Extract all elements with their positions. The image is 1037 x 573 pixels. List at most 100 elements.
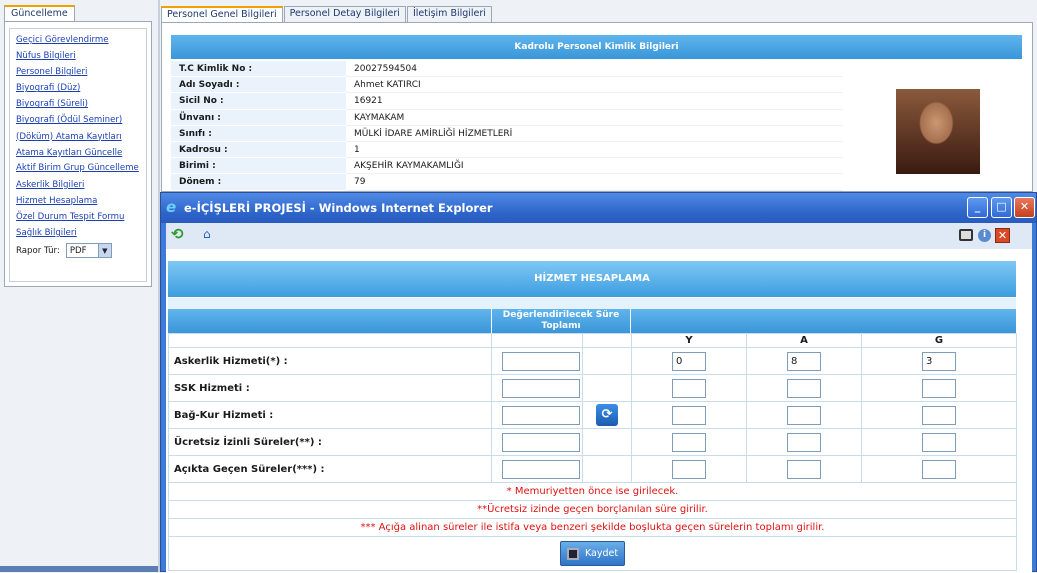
refresh-icon[interactable]: ⟲: [171, 225, 184, 243]
total-input[interactable]: [502, 405, 580, 425]
popup-window: e e-İÇİŞLERİ PROJESİ - Windows Internet …: [160, 192, 1037, 573]
a-input[interactable]: [787, 405, 821, 425]
bottom-strip: [0, 566, 158, 572]
table-row-ssk: SSK Hizmeti :: [168, 374, 1017, 402]
maximize-button[interactable]: □: [991, 197, 1012, 218]
sidebar-link-atama-kayitlari-guncelle[interactable]: Atama Kayıtları Güncelle: [16, 145, 146, 161]
rapor-tur-select[interactable]: PDF ▼: [65, 243, 112, 259]
rapor-tur-label: Rapor Tür:: [16, 245, 60, 256]
sidebar-panel: Geçici Görevlendirme Nüfus Bilgileri Per…: [4, 21, 152, 287]
total-input[interactable]: [502, 432, 580, 452]
sidebar-link-biyografi-sureli[interactable]: Biyografi (Süreli): [16, 96, 146, 112]
blank-header: [491, 333, 583, 348]
rapor-tur-value: PDF: [69, 245, 87, 256]
a-input[interactable]: [787, 378, 821, 398]
sidebar-link-gecici-gorevlendirme[interactable]: Geçici Görevlendirme: [16, 32, 146, 48]
info-row: Dönem :79: [171, 174, 1022, 191]
a-input[interactable]: 8: [787, 351, 821, 371]
y-input[interactable]: [672, 378, 706, 398]
main-tabs: Personel Genel Bilgileri Personel Detay …: [161, 6, 492, 23]
tab-personel-detay-bilgileri[interactable]: Personel Detay Bilgileri: [283, 6, 406, 22]
info-row: Kadrosu :1: [171, 141, 1022, 159]
sidebar-tab-guncelleme[interactable]: Güncelleme: [4, 5, 75, 22]
table-row-ucretsiz-izin: Ücretsiz İzinli Süreler(**) :: [168, 428, 1017, 456]
hizmet-hesaplama-title: HİZMET HESAPLAMA: [168, 261, 1016, 297]
info-label: Kadrosu :: [171, 141, 346, 159]
note-row: *** Açığa alinan süreler ile istifa veya…: [168, 518, 1017, 537]
empty-cell: [582, 455, 632, 483]
personnel-photo: [896, 89, 980, 174]
save-button[interactable]: Kaydet: [559, 541, 626, 566]
save-icon: [566, 547, 579, 560]
g-input[interactable]: 3: [922, 351, 956, 371]
y-input[interactable]: 0: [672, 351, 706, 371]
info-label: T.C Kimlik No :: [171, 61, 346, 78]
total-input[interactable]: [502, 378, 580, 398]
row-label: Ücretsiz İzinli Süreler(**) :: [168, 428, 492, 456]
dropdown-arrow-icon: ▼: [97, 244, 111, 258]
popup-content: HİZMET HESAPLAMA Değerlendirilecek Süre …: [166, 249, 1032, 573]
col-y-header: Y: [631, 333, 747, 348]
calculate-icon[interactable]: ⟳: [596, 404, 618, 426]
blank-header: [582, 333, 632, 348]
table-row-askerlik: Askerlik Hizmeti(*) : 0 8 3: [168, 347, 1017, 375]
g-input[interactable]: [922, 459, 956, 479]
g-input[interactable]: [922, 432, 956, 452]
sidebar-link-dokum-atama-kayitlari[interactable]: (Döküm) Atama Kayıtları: [16, 129, 146, 145]
tab-personel-genel-bilgileri[interactable]: Personel Genel Bilgileri: [161, 6, 283, 23]
table-row-acikta: Açıkta Geçen Süreler(***) :: [168, 455, 1017, 483]
personnel-info-table: T.C Kimlik No :20027594504 Adı Soyadı :A…: [171, 61, 1022, 191]
popup-toolbar: ⟲ ⌂ i ✕: [166, 223, 1032, 249]
print-icon[interactable]: [959, 229, 973, 241]
close-icon[interactable]: ✕: [995, 228, 1010, 243]
table-row-bagkur: Bağ-Kur Hizmeti : ⟳: [168, 401, 1017, 429]
row-label: Açıkta Geçen Süreler(***) :: [168, 455, 492, 483]
info-row: Adı Soyadı : Ahmet KATIRCI: [171, 77, 1022, 94]
info-value: 16921: [346, 93, 843, 110]
info-row: Sınıfı : MÜLKİ İDARE AMİRLİĞİ HİZMETLERİ: [171, 125, 1022, 142]
minimize-button[interactable]: _: [967, 197, 988, 218]
sidebar-link-aktif-birim-grup[interactable]: Aktif Birim Grup Güncelleme: [16, 163, 146, 174]
g-input[interactable]: [922, 378, 956, 398]
note-text: *** Açığa alinan süreler ile istifa veya…: [168, 518, 1017, 537]
window-titlebar[interactable]: e e-İÇİŞLERİ PROJESİ - Windows Internet …: [161, 193, 1036, 223]
sidebar-link-biyografi-odul-seminer[interactable]: Biyografi (Ödül Seminer): [16, 112, 146, 128]
info-value: MÜLKİ İDARE AMİRLİĞİ HİZMETLERİ: [346, 126, 843, 142]
info-label: Dönem :: [171, 174, 346, 191]
sidebar-link-saglik-bilgileri[interactable]: Sağlık Bilgileri: [16, 225, 146, 241]
sidebar-link-hizmet-hesaplama[interactable]: Hizmet Hesaplama: [16, 193, 146, 209]
blank-header: [168, 333, 492, 348]
total-input[interactable]: [502, 351, 580, 371]
info-label: Birimi :: [171, 158, 346, 175]
save-label: Kaydet: [584, 548, 619, 559]
info-label: Sınıfı :: [171, 125, 346, 142]
info-row: Birimi : AKŞEHİR KAYMAKAMLIĞI: [171, 158, 1022, 175]
section-header: Değerlendirilecek Süre Toplamı: [168, 309, 1016, 333]
sidebar-link-nufus-bilgileri[interactable]: Nüfus Bilgileri: [16, 48, 146, 64]
y-input[interactable]: [672, 432, 706, 452]
note-row: * Memuriyetten önce ise girilecek.: [168, 482, 1017, 501]
home-icon[interactable]: ⌂: [203, 227, 211, 241]
empty-cell: [582, 347, 632, 375]
note-text: * Memuriyetten önce ise girilecek.: [168, 482, 1017, 501]
a-input[interactable]: [787, 459, 821, 479]
row-label: Bağ-Kur Hizmeti :: [168, 401, 492, 429]
g-input[interactable]: [922, 405, 956, 425]
sidebar-link-personel-bilgileri[interactable]: Personel Bilgileri: [16, 64, 146, 80]
info-value: Ahmet KATIRCI: [346, 77, 843, 94]
a-input[interactable]: [787, 432, 821, 452]
service-table: Y A G Askerlik Hizmeti(*) : 0 8 3 SSK Hi…: [168, 333, 1017, 571]
info-icon[interactable]: i: [978, 229, 991, 242]
total-input[interactable]: [502, 459, 580, 479]
sidebar-link-list: Geçici Görevlendirme Nüfus Bilgileri Per…: [9, 28, 147, 282]
info-label: Ünvanı :: [171, 109, 346, 126]
y-input[interactable]: [672, 459, 706, 479]
sidebar-link-biyografi-duz[interactable]: Biyografi (Düz): [16, 80, 146, 96]
tab-iletisim-bilgileri[interactable]: İletişim Bilgileri: [406, 6, 492, 22]
info-value: 20027594504: [346, 61, 843, 78]
sidebar-link-ozel-durum-tespit[interactable]: Özel Durum Tespit Formu: [16, 209, 146, 225]
y-input[interactable]: [672, 405, 706, 425]
sidebar-link-askerlik-bilgileri[interactable]: Askerlik Bilgileri: [16, 177, 146, 193]
save-row: Kaydet: [168, 536, 1017, 571]
window-close-button[interactable]: ✕: [1014, 197, 1035, 218]
